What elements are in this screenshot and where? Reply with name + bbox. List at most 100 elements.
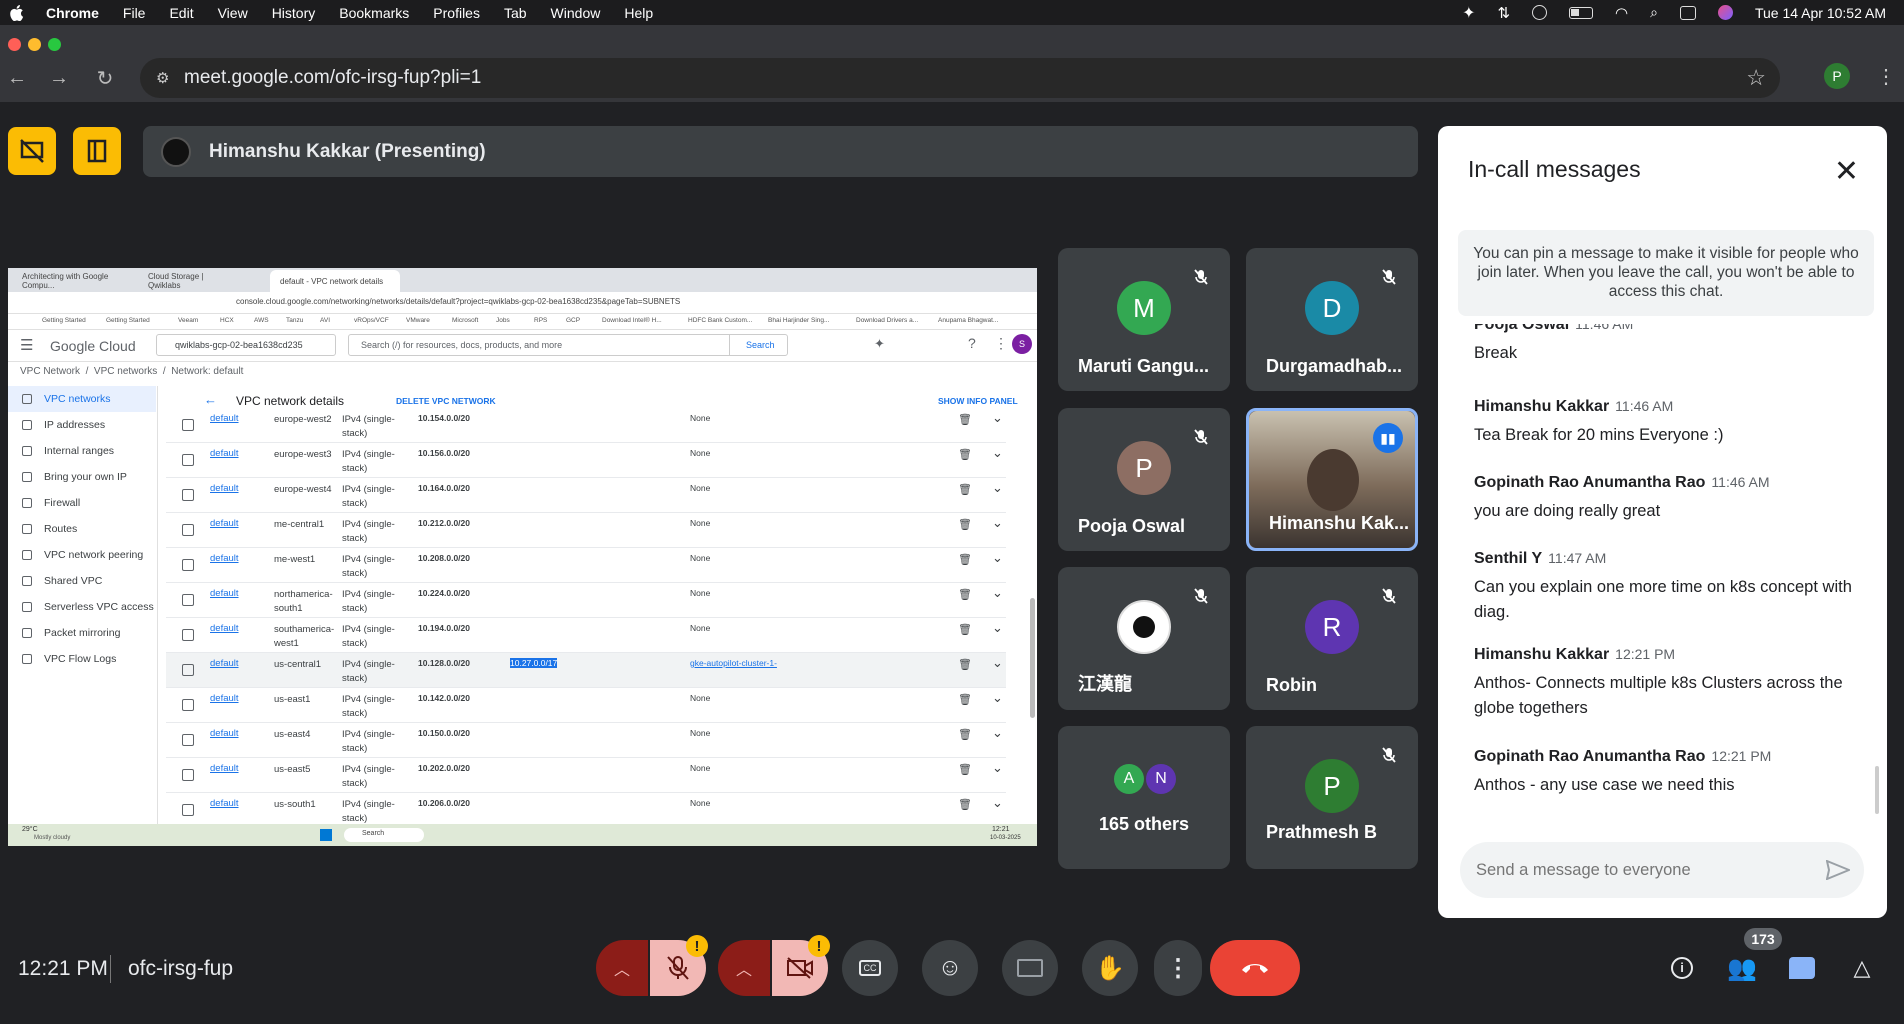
delete-icon[interactable]: 🗑 (958, 518, 972, 531)
subnet-row[interactable]: default us-south1 IPv4 (single-stack) 10.20… (166, 793, 1006, 828)
nav-vpc-networks[interactable]: VPC networks (8, 386, 156, 412)
raise-hand-button[interactable]: ✋ (1082, 940, 1138, 996)
expand-chevron-icon[interactable]: ⌄ (992, 445, 1003, 461)
reactions-button[interactable]: ☺ (922, 940, 978, 996)
breadcrumb-item[interactable]: VPC Network (20, 366, 80, 377)
expand-chevron-icon[interactable]: ⌄ (992, 690, 1003, 706)
subnet-row[interactable]: default northamerica-south1 IPv4 (single-s… (166, 583, 1006, 618)
menubar-clock[interactable]: Tue 14 Apr 10:52 AM (1755, 5, 1886, 21)
subnet-row[interactable]: default us-central1 IPv4 (single-stack) 10.… (166, 653, 1006, 688)
window-zoom-button[interactable] (48, 38, 61, 51)
gcp-search-input[interactable]: Search (/) for resources, docs, products… (348, 334, 788, 356)
battery-icon[interactable] (1569, 6, 1594, 19)
row-checkbox[interactable] (182, 559, 194, 571)
row-checkbox[interactable] (182, 629, 194, 641)
subnet-row[interactable]: default us-east4 IPv4 (single-stack) 10.150… (166, 723, 1006, 758)
row-checkbox[interactable] (182, 769, 194, 781)
menu-edit[interactable]: Edit (169, 5, 193, 21)
gcp-search-button[interactable]: Search (729, 335, 787, 355)
subnet-row[interactable]: default europe-west3 IPv4 (single-stack) 10… (166, 443, 1006, 478)
delete-icon[interactable]: 🗑 (958, 413, 972, 426)
menu-view[interactable]: View (218, 5, 248, 21)
expand-chevron-icon[interactable]: ⌄ (992, 795, 1003, 811)
address-bar[interactable]: ⚙ meet.google.com/ofc-irsg-fup?pli=1 ☆ (140, 58, 1780, 98)
participant-tile[interactable]: 江漢龍 (1058, 567, 1230, 710)
delete-icon[interactable]: 🗑 (958, 728, 972, 741)
subnet-row[interactable]: default me-central1 IPv4 (single-stack) 10.… (166, 513, 1006, 548)
chat-message-input[interactable] (1476, 856, 1806, 884)
back-arrow-icon[interactable]: ← (4, 65, 30, 91)
row-checkbox[interactable] (182, 489, 194, 501)
delete-icon[interactable]: 🗑 (958, 553, 972, 566)
site-info-icon[interactable]: ⚙ (156, 69, 169, 87)
network-link[interactable]: default (210, 413, 239, 424)
window-close-button[interactable] (8, 38, 21, 51)
delete-icon[interactable]: 🗑 (958, 763, 972, 776)
gemini-sparkle-icon[interactable]: ✦ (1462, 3, 1475, 23)
participant-tile[interactable]: R Robin (1246, 567, 1418, 710)
nav-shared-vpc[interactable]: Shared VPC (8, 568, 156, 594)
nav-flow-logs[interactable]: VPC Flow Logs (8, 646, 156, 672)
delete-vpc-button[interactable]: DELETE VPC NETWORK (396, 396, 496, 406)
nav-peering[interactable]: VPC network peering (8, 542, 156, 568)
gemini-icon[interactable]: ✦ (874, 336, 885, 352)
expand-chevron-icon[interactable]: ⌄ (992, 725, 1003, 741)
nav-firewall[interactable]: Firewall (8, 490, 156, 516)
delete-icon[interactable]: 🗑 (958, 658, 972, 671)
help-icon[interactable]: ? (968, 335, 976, 351)
close-icon[interactable]: ✕ (1834, 154, 1859, 189)
meeting-info-button[interactable]: i (1664, 950, 1700, 986)
delete-icon[interactable]: 🗑 (958, 798, 972, 811)
row-checkbox[interactable] (182, 419, 194, 431)
back-icon[interactable]: ← (204, 392, 217, 407)
forward-arrow-icon[interactable]: → (46, 65, 72, 91)
wifi-icon[interactable]: ◠ (1615, 4, 1628, 22)
bookmark-star-icon[interactable]: ☆ (1746, 65, 1766, 91)
address-bar-url[interactable]: meet.google.com/ofc-irsg-fup?pli=1 (184, 67, 481, 89)
participant-tile[interactable]: M Maruti Gangu... (1058, 248, 1230, 391)
expand-chevron-icon[interactable]: ⌄ (992, 410, 1003, 426)
menu-bookmarks[interactable]: Bookmarks (339, 5, 409, 21)
delete-icon[interactable]: 🗑 (958, 448, 972, 461)
delete-icon[interactable]: 🗑 (958, 693, 972, 706)
network-link[interactable]: default (210, 658, 239, 669)
windows-start-icon[interactable] (320, 829, 332, 841)
hamburger-menu-icon[interactable]: ☰ (20, 336, 33, 354)
spotlight-search-icon[interactable]: ⌕ (1650, 4, 1658, 21)
more-menu-icon[interactable]: ⋮ (1876, 64, 1896, 89)
nav-byoip[interactable]: Bring your own IP (8, 464, 156, 490)
window-minimize-button[interactable] (28, 38, 41, 51)
siri-icon[interactable] (1717, 5, 1733, 20)
row-checkbox[interactable] (182, 664, 194, 676)
participant-tile[interactable]: P Prathmesh B (1246, 726, 1418, 869)
delete-icon[interactable]: 🗑 (958, 623, 972, 636)
leave-call-button[interactable] (1210, 940, 1300, 996)
menu-tab[interactable]: Tab (504, 5, 527, 21)
network-link[interactable]: default (210, 623, 239, 634)
nav-packet-mirroring[interactable]: Packet mirroring (8, 620, 156, 646)
audio-options-button[interactable]: ︿ (596, 940, 648, 996)
participant-tile[interactable]: A N 165 others (1058, 726, 1230, 869)
nav-serverless[interactable]: Serverless VPC access (8, 594, 156, 620)
row-checkbox[interactable] (182, 804, 194, 816)
subnet-row[interactable]: default me-west1 IPv4 (single-stack) 10.208… (166, 548, 1006, 583)
shared-screen[interactable]: Architecting with Google Compu... Cloud … (8, 268, 1037, 846)
chat-scrollbar[interactable] (1875, 766, 1879, 814)
expand-chevron-icon[interactable]: ⌄ (992, 620, 1003, 636)
network-link[interactable]: default (210, 693, 239, 704)
network-link[interactable]: default (210, 798, 239, 809)
profile-avatar[interactable]: P (1824, 63, 1850, 89)
row-checkbox[interactable] (182, 699, 194, 711)
menu-app-name[interactable]: Chrome (46, 5, 99, 21)
account-avatar[interactable]: S (1012, 334, 1032, 354)
delete-icon[interactable]: 🗑 (958, 483, 972, 496)
nav-internal-ranges[interactable]: Internal ranges (8, 438, 156, 464)
shared-scrollbar[interactable] (1030, 598, 1035, 718)
taskbar-search[interactable]: Search (344, 828, 424, 842)
more-options-button[interactable]: ⋮ (1154, 940, 1202, 996)
network-link[interactable]: default (210, 483, 239, 494)
expand-chevron-icon[interactable]: ⌄ (992, 655, 1003, 671)
network-link[interactable]: default (210, 448, 239, 459)
people-button[interactable]: 👥 (1724, 950, 1760, 986)
expand-chevron-icon[interactable]: ⌄ (992, 760, 1003, 776)
